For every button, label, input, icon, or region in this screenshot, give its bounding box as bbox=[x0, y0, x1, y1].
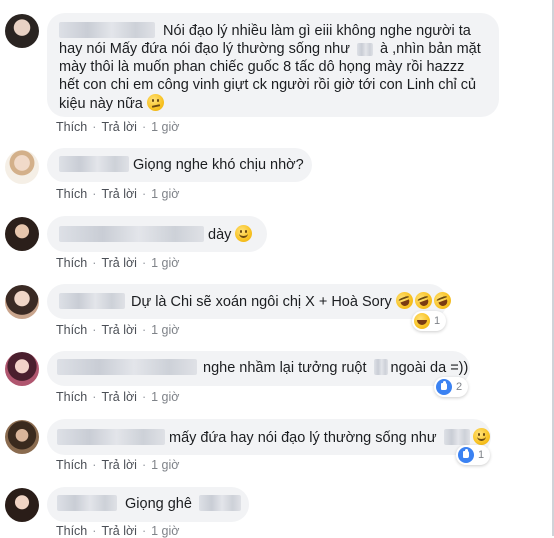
smiling-face-icon bbox=[235, 225, 253, 242]
redacted-name bbox=[59, 293, 125, 309]
avatar[interactable] bbox=[5, 217, 39, 251]
reply-link[interactable]: Trả lời bbox=[101, 120, 137, 134]
timestamp[interactable]: 1 giờ bbox=[151, 120, 179, 134]
reaction-badge[interactable]: 1 bbox=[456, 445, 490, 465]
comment-actions: Thích · Trả lời · 1 giờ bbox=[56, 390, 180, 404]
like-link[interactable]: Thích bbox=[56, 120, 87, 134]
timestamp[interactable]: 1 giờ bbox=[151, 187, 179, 201]
comment-actions: Thích · Trả lời · 1 giờ bbox=[56, 323, 180, 337]
like-link[interactable]: Thích bbox=[56, 187, 87, 201]
avatar[interactable] bbox=[5, 352, 39, 386]
reaction-badge[interactable]: 1 bbox=[412, 311, 446, 331]
rofl-face-icon bbox=[431, 289, 454, 312]
rofl-face-icon bbox=[393, 289, 416, 312]
redacted-name bbox=[57, 495, 117, 511]
rofl-face-icon bbox=[412, 289, 435, 312]
comment-actions: Thích · Trả lời · 1 giờ bbox=[56, 187, 180, 201]
like-link[interactable]: Thích bbox=[56, 323, 87, 337]
reaction-count: 2 bbox=[456, 381, 463, 393]
comment-bubble: Giọng nghe khó chịu nhờ? bbox=[47, 148, 312, 182]
comment-text: dày bbox=[208, 227, 232, 243]
reply-link[interactable]: Trả lời bbox=[101, 256, 137, 270]
timestamp[interactable]: 1 giờ bbox=[151, 256, 179, 270]
reply-link[interactable]: Trả lời bbox=[101, 390, 137, 404]
like-reaction-icon bbox=[458, 447, 474, 463]
reaction-count: 1 bbox=[478, 449, 485, 461]
comment-text: Dự là Chi sẽ xoán ngôi chị X + Hoà Sory bbox=[131, 294, 392, 310]
avatar[interactable] bbox=[5, 14, 39, 48]
redacted-word bbox=[373, 359, 388, 375]
avatar[interactable] bbox=[5, 150, 39, 184]
confused-face-icon bbox=[146, 94, 164, 111]
like-link[interactable]: Thích bbox=[56, 390, 87, 404]
reply-link[interactable]: Trả lời bbox=[101, 187, 137, 201]
timestamp[interactable]: 1 giờ bbox=[151, 458, 179, 472]
redacted-word bbox=[356, 43, 373, 56]
timestamp[interactable]: 1 giờ bbox=[151, 390, 179, 404]
redacted-name bbox=[59, 156, 129, 172]
timestamp[interactable]: 1 giờ bbox=[151, 323, 179, 337]
comment-text: nghe nhầm lại tưởng ruột bbox=[203, 360, 367, 376]
redacted-name bbox=[57, 359, 197, 375]
comment-text: Giọng nghe khó chịu nhờ? bbox=[133, 157, 304, 173]
redacted-word bbox=[443, 429, 470, 445]
smiling-face-icon bbox=[472, 428, 490, 445]
comment-text-cont: ngoài da =)) bbox=[390, 360, 469, 376]
comment-text: mấy đứa hay nói đạo lý thường sống như bbox=[169, 430, 437, 446]
haha-reaction-icon bbox=[414, 313, 430, 329]
avatar[interactable] bbox=[5, 420, 39, 454]
comment-bubble: Dự là Chi sẽ xoán ngôi chị X + Hoà Sory bbox=[47, 284, 454, 319]
like-reaction-icon bbox=[436, 379, 452, 395]
reply-link[interactable]: Trả lời bbox=[101, 458, 137, 472]
like-link[interactable]: Thích bbox=[56, 458, 87, 472]
reply-link[interactable]: Trả lời bbox=[101, 323, 137, 337]
reaction-count: 1 bbox=[434, 315, 441, 327]
comment-actions: Thích · Trả lời · 1 giờ bbox=[56, 458, 180, 472]
comment-bubble: Giọng ghê bbox=[47, 487, 249, 522]
reaction-badge[interactable]: 2 bbox=[434, 377, 468, 397]
comment-bubble: dày bbox=[47, 216, 267, 252]
redacted-name bbox=[57, 429, 165, 445]
redacted-word bbox=[198, 495, 241, 511]
avatar[interactable] bbox=[5, 488, 39, 522]
comment-bubble: mấy đứa hay nói đạo lý thường sống như bbox=[47, 419, 491, 455]
comment-bubble: Nói đạo lý nhiều làm gì eiii không nghe … bbox=[47, 13, 499, 117]
redacted-name bbox=[59, 22, 155, 38]
comment-actions: Thích · Trả lời · 1 giờ bbox=[56, 120, 180, 134]
like-link[interactable]: Thích bbox=[56, 256, 87, 270]
redacted-name bbox=[59, 226, 204, 242]
comment-bubble: nghe nhầm lại tưởng ruột ngoài da =)) bbox=[47, 351, 470, 386]
avatar[interactable] bbox=[5, 285, 39, 319]
comment-actions: Thích · Trả lời · 1 giờ bbox=[56, 256, 180, 270]
comment-text: Giọng ghê bbox=[125, 496, 192, 512]
